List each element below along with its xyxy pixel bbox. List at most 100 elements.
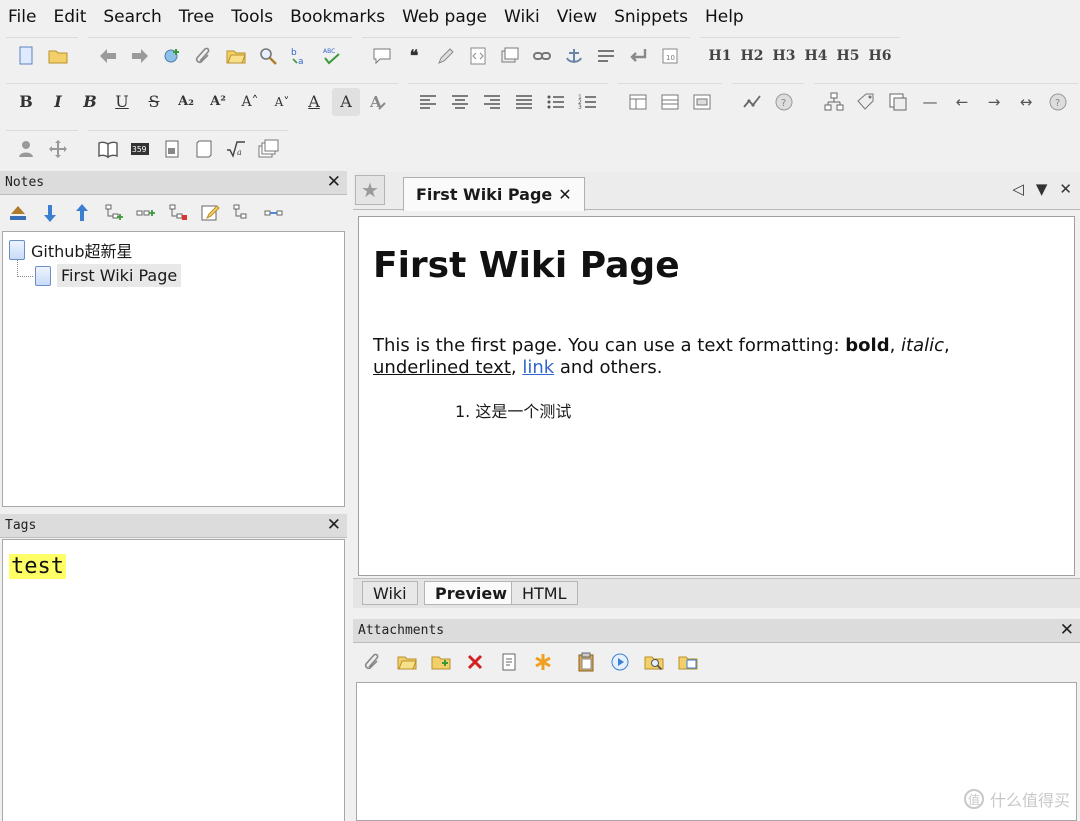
font-color-button[interactable]: A [300, 88, 328, 116]
heading-5-button[interactable]: H5 [834, 42, 862, 70]
clear-format-button[interactable]: A [364, 88, 392, 116]
back-button[interactable] [94, 42, 122, 70]
align-left-button[interactable] [414, 88, 442, 116]
link-button[interactable] [528, 42, 556, 70]
menu-bookmarks[interactable]: Bookmarks [290, 7, 394, 27]
table-row-button[interactable] [656, 88, 684, 116]
attach-new-button[interactable] [529, 648, 557, 676]
tab-strip-close-icon[interactable]: ✕ [1059, 180, 1072, 198]
attach-add-folder-button[interactable] [427, 648, 455, 676]
attach-properties-button[interactable] [495, 648, 523, 676]
attachments-panel-close-button[interactable]: ✕ [1060, 620, 1074, 640]
user-button[interactable] [12, 135, 40, 163]
notes-move-up-button[interactable] [68, 199, 96, 227]
attach-folder-button[interactable] [393, 648, 421, 676]
attach-search-button[interactable] [640, 648, 668, 676]
date-button[interactable]: 10 [656, 42, 684, 70]
tree-node-root[interactable]: Github超新星 [9, 238, 133, 262]
notes-move-down-button[interactable] [36, 199, 64, 227]
menu-web-page[interactable]: Web page [402, 7, 496, 27]
tags-panel-close-button[interactable]: ✕ [327, 515, 341, 535]
table-cell-button[interactable] [688, 88, 716, 116]
heading-1-button[interactable]: H1 [706, 42, 734, 70]
new-note-button[interactable] [12, 42, 40, 70]
table-button[interactable] [624, 88, 652, 116]
tab-first-wiki-page[interactable]: First Wiki Page ✕ [403, 177, 585, 211]
horizontal-rule-button[interactable] [592, 42, 620, 70]
underline-button[interactable]: U [108, 88, 136, 116]
para-link[interactable]: link [522, 357, 554, 378]
attach-open-button[interactable] [674, 648, 702, 676]
attach-paste-button[interactable] [572, 648, 600, 676]
menu-snippets[interactable]: Snippets [614, 7, 697, 27]
find-button[interactable] [254, 42, 282, 70]
spellcheck-button[interactable]: ABC [318, 42, 346, 70]
replace-button[interactable]: ba [286, 42, 314, 70]
counter-button[interactable]: 359 [126, 135, 154, 163]
menu-edit[interactable]: Edit [53, 7, 95, 27]
tab-close-button[interactable]: ✕ [558, 185, 571, 204]
align-center-button[interactable] [446, 88, 474, 116]
tab-preview[interactable]: Preview [424, 581, 519, 605]
superscript-button[interactable]: A² [204, 88, 232, 116]
page-image-button[interactable] [158, 135, 186, 163]
comment-button[interactable] [368, 42, 396, 70]
align-justify-button[interactable] [510, 88, 538, 116]
notes-edit-button[interactable] [196, 199, 224, 227]
attach-delete-button[interactable] [461, 648, 489, 676]
code-button[interactable] [464, 42, 492, 70]
image-button[interactable] [496, 42, 524, 70]
heading-2-button[interactable]: H2 [738, 42, 766, 70]
menu-search[interactable]: Search [103, 7, 170, 27]
notes-up-level-button[interactable] [4, 199, 32, 227]
menu-tools[interactable]: Tools [231, 7, 282, 27]
notes-panel-close-button[interactable]: ✕ [327, 172, 341, 192]
bullet-list-button[interactable] [542, 88, 570, 116]
tab-menu-icon[interactable]: ▼ [1036, 180, 1048, 198]
marker-button[interactable] [432, 42, 460, 70]
arrow-both-button[interactable]: ↔ [1012, 88, 1040, 116]
heading-6-button[interactable]: H6 [866, 42, 894, 70]
tree-node-child[interactable]: First Wiki Page [35, 264, 182, 287]
italic-button[interactable]: I [44, 88, 72, 116]
notes-add-child-button[interactable] [100, 199, 128, 227]
org-chart-button[interactable] [820, 88, 848, 116]
menu-help[interactable]: Help [705, 7, 753, 27]
math-button[interactable]: a [222, 135, 250, 163]
bold-italic-button[interactable]: B [76, 88, 104, 116]
scroll-button[interactable] [190, 135, 218, 163]
open-folder-button[interactable] [222, 42, 250, 70]
arrow-right-button[interactable]: → [980, 88, 1008, 116]
book-button[interactable] [94, 135, 122, 163]
align-right-button[interactable] [478, 88, 506, 116]
copy-frame-button[interactable] [884, 88, 912, 116]
menu-view[interactable]: View [557, 7, 606, 27]
help-button-2[interactable]: ? [1044, 88, 1072, 116]
tag-button[interactable] [852, 88, 880, 116]
tag-item[interactable]: test [9, 554, 66, 579]
strikethrough-button[interactable]: S [140, 88, 168, 116]
subscript-button[interactable]: A₂ [172, 88, 200, 116]
anchor-button[interactable] [560, 42, 588, 70]
open-button[interactable] [44, 42, 72, 70]
attach-play-button[interactable] [606, 648, 634, 676]
highlight-button[interactable]: A [332, 87, 360, 116]
notes-add-sibling-button[interactable] [132, 199, 160, 227]
pages-button[interactable] [254, 135, 282, 163]
menu-tree[interactable]: Tree [179, 7, 223, 27]
menu-wiki[interactable]: Wiki [504, 7, 549, 27]
menu-file[interactable]: File [8, 7, 45, 27]
attach-button[interactable] [190, 42, 218, 70]
help-button-1[interactable]: ? [770, 88, 798, 116]
graph-button[interactable] [738, 88, 766, 116]
heading-4-button[interactable]: H4 [802, 42, 830, 70]
move-button[interactable] [44, 135, 72, 163]
tab-wiki[interactable]: Wiki [362, 581, 418, 605]
notes-delete-button[interactable] [164, 199, 192, 227]
line-break-button[interactable] [624, 42, 652, 70]
font-bigger-button[interactable]: A˄ [236, 88, 264, 116]
arrow-left-button[interactable]: ← [948, 88, 976, 116]
notes-link-button[interactable] [260, 199, 288, 227]
quote-button[interactable]: ❝ [400, 42, 428, 70]
tab-prev-icon[interactable]: ◁ [1012, 180, 1024, 198]
